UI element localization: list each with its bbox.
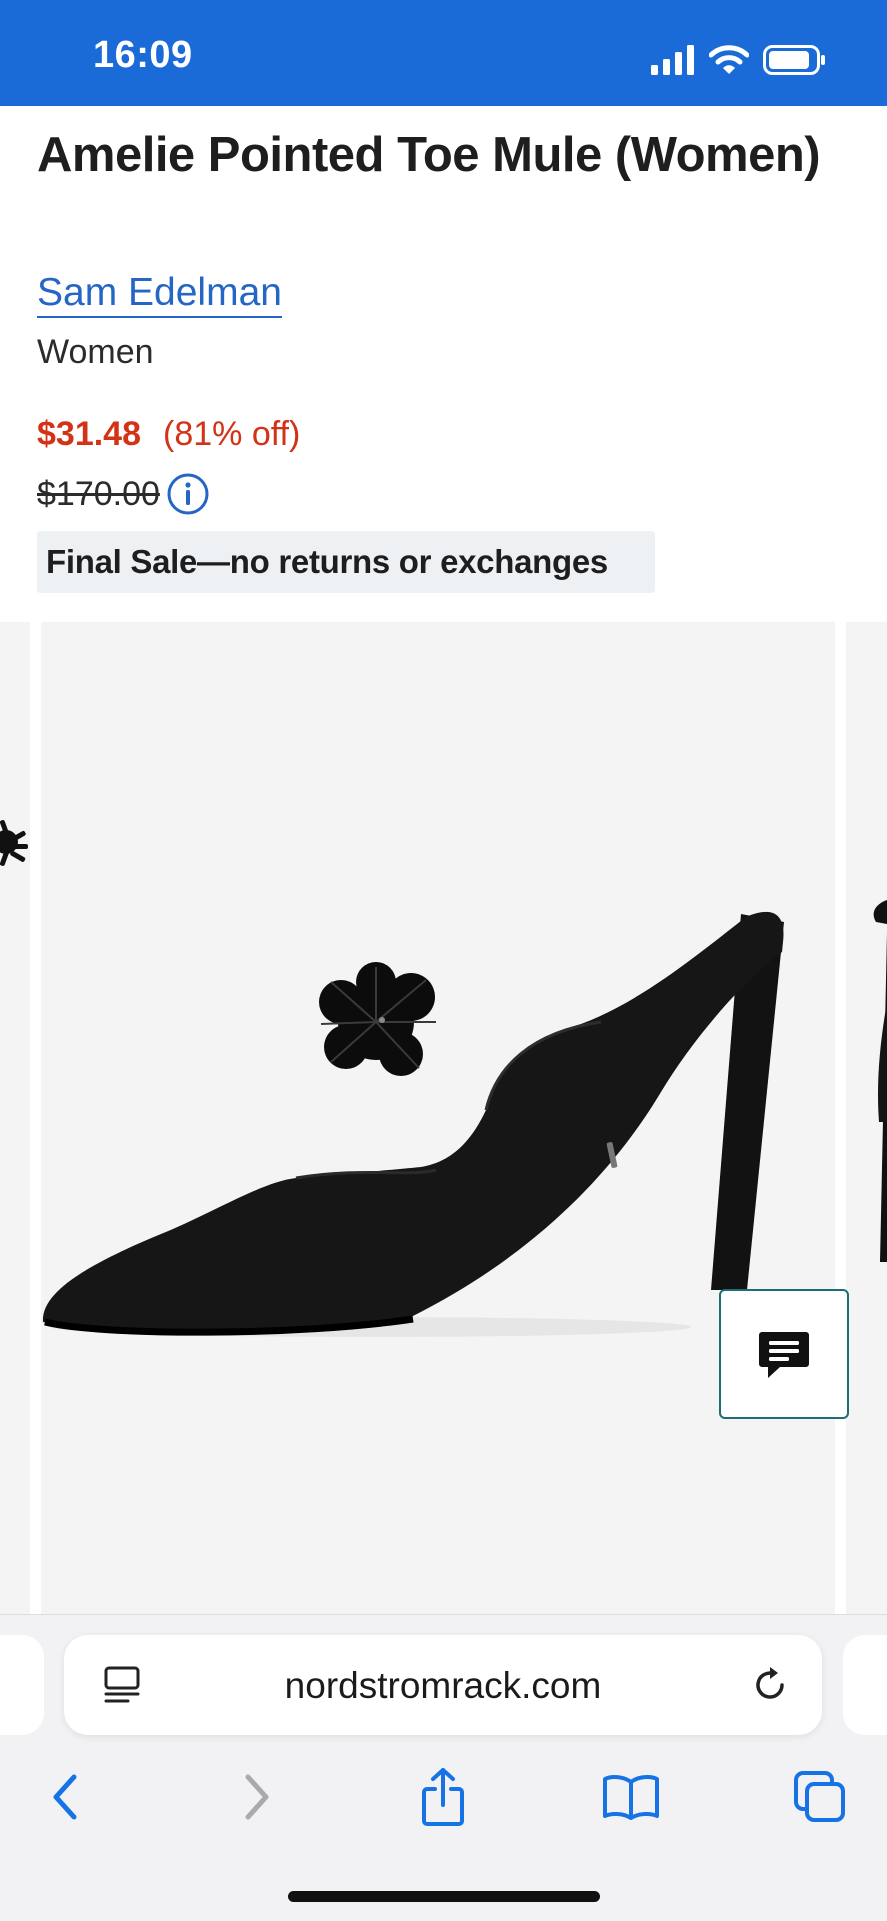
price-row: $31.48 (81% off) [37, 415, 300, 454]
signal-icon [651, 45, 694, 75]
status-time: 16:09 [93, 34, 193, 76]
url-text[interactable]: nordstromrack.com [64, 1665, 822, 1707]
next-image-slide[interactable] [846, 622, 887, 1614]
previous-tab-peek[interactable] [0, 1635, 44, 1735]
product-image[interactable] [41, 622, 835, 1614]
discount-label: (81% off) [163, 415, 301, 453]
bookmarks-button[interactable] [599, 1765, 663, 1829]
chat-button[interactable] [719, 1289, 849, 1419]
tabs-icon [794, 1771, 845, 1822]
battery-icon [763, 45, 825, 75]
info-icon[interactable] [166, 472, 210, 516]
back-icon [53, 1774, 77, 1820]
original-price-row: $170.00 [37, 472, 210, 516]
wifi-icon [709, 45, 749, 74]
tabs-button[interactable] [788, 1765, 852, 1829]
bookmarks-icon [603, 1775, 659, 1820]
share-button[interactable] [411, 1765, 475, 1829]
status-icons [651, 40, 827, 80]
final-sale-notice: Final Sale—no returns or exchanges [37, 531, 655, 593]
browser-chrome: nordstromrack.com [0, 1614, 887, 1921]
product-title: Amelie Pointed Toe Mule (Women) [37, 128, 821, 182]
share-icon [422, 1768, 464, 1826]
sale-price: $31.48 [37, 415, 141, 453]
forward-button[interactable] [224, 1765, 288, 1829]
reload-icon[interactable] [748, 1663, 792, 1707]
address-bar[interactable]: nordstromrack.com [64, 1635, 822, 1735]
forward-icon [245, 1774, 269, 1820]
chat-icon [759, 1332, 809, 1378]
original-price: $170.00 [37, 474, 160, 513]
home-indicator [288, 1891, 600, 1902]
mule-shoe-illustration [42, 911, 784, 1337]
brand-link[interactable]: Sam Edelman [37, 270, 282, 318]
status-bar: 16:09 [0, 0, 887, 106]
next-tab-peek[interactable] [843, 1635, 887, 1735]
category-label: Women [37, 333, 154, 371]
previous-image-slide[interactable] [0, 622, 30, 1614]
product-image-gallery[interactable] [0, 622, 887, 1614]
back-button[interactable] [34, 1765, 98, 1829]
browser-toolbar [0, 1755, 887, 1845]
